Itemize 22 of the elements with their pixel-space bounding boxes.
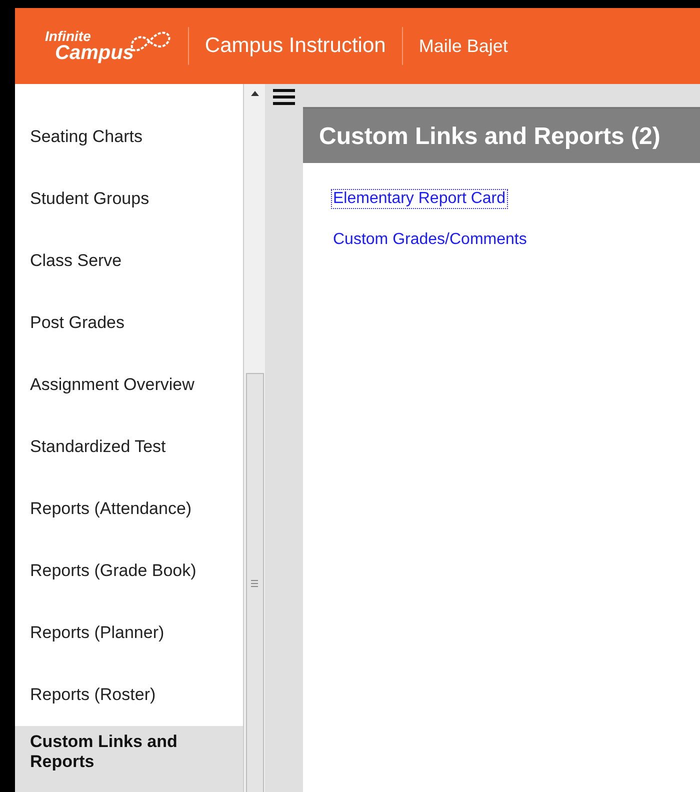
scroll-up-icon[interactable] bbox=[250, 90, 258, 96]
sidebar-item[interactable]: Standardized Test bbox=[15, 416, 243, 478]
logo-text: Campus bbox=[55, 43, 134, 63]
scrollbar-thumb[interactable] bbox=[246, 373, 264, 792]
logo-text: Infinite bbox=[45, 29, 92, 43]
sidebar-item[interactable]: Reports (Planner) bbox=[15, 602, 243, 664]
sidebar-item[interactable]: Post Grades bbox=[15, 292, 243, 354]
app-title: Campus Instruction bbox=[204, 34, 386, 58]
sidebar-item[interactable]: Reports (Attendance) bbox=[15, 478, 243, 540]
menu-icon[interactable] bbox=[273, 89, 295, 105]
report-link[interactable]: Elementary Report Card bbox=[331, 189, 508, 209]
grip-icon bbox=[251, 580, 258, 587]
sidebar-item[interactable]: Reports (Roster) bbox=[15, 664, 243, 726]
panel-title: Custom Links and Reports (2) bbox=[303, 109, 700, 163]
sidebar-item[interactable]: Student Groups bbox=[15, 168, 243, 230]
scrollbar[interactable] bbox=[243, 84, 265, 792]
sidebar-item[interactable]: Seating Charts bbox=[15, 106, 243, 168]
sidebar-item[interactable]: Reports (Grade Book) bbox=[15, 540, 243, 602]
sidebar-item[interactable]: Class Serve bbox=[15, 230, 243, 292]
report-link[interactable]: Custom Grades/Comments bbox=[331, 230, 529, 250]
sidebar-item[interactable]: Assignment Overview bbox=[15, 354, 243, 416]
sidebar-item[interactable]: Custom Links and Reports bbox=[15, 726, 243, 792]
